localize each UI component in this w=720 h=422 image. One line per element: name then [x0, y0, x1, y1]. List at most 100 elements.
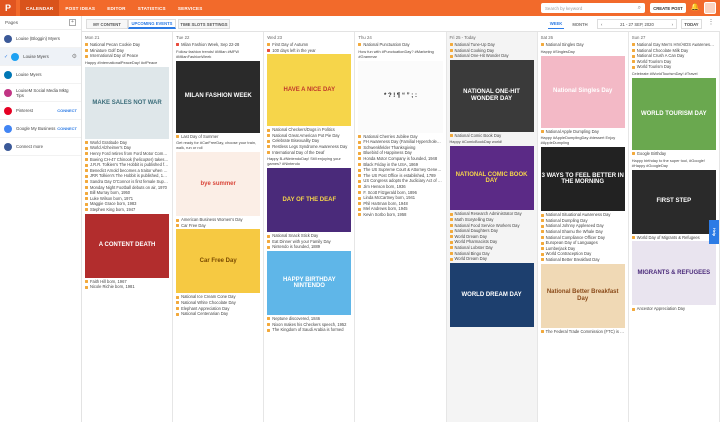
event-item[interactable]: The Kingdom of Saudi Arabia is formed [264, 327, 354, 333]
post-image[interactable]: WORLD TOURISM DAY [631, 77, 716, 150]
event-dot-icon [631, 235, 635, 239]
event-title: Math Storytelling Day [454, 216, 494, 222]
event-title: National Lobster Day [454, 244, 493, 250]
event-item[interactable]: National Centenarian Day [173, 311, 263, 317]
event-dot-icon [449, 229, 453, 233]
tab-upcoming-events[interactable]: UPCOMING EVENTS [128, 19, 176, 29]
post-image[interactable]: bye summer [176, 152, 261, 217]
post-caption[interactable]: Happy #SinglesDay [538, 48, 628, 55]
post-image[interactable]: A CONTENT DEATH [85, 213, 170, 278]
event-item[interactable]: Nicole Richie born, 1981 [82, 284, 172, 290]
tab-time-slots-settings[interactable]: TIME SLOTS SETTINGS [178, 19, 230, 29]
nav-statistics[interactable]: STATISTICS [132, 0, 172, 16]
post-image[interactable]: National Better Breakfast Day [540, 263, 625, 328]
notification-bell-icon[interactable]: 🔔 [690, 3, 700, 13]
app-logo[interactable]: P [0, 0, 16, 16]
search-input[interactable]: Search by keyword ⌕ [541, 3, 645, 13]
post-image[interactable]: MAKE SALES NOT WAR [85, 66, 170, 139]
event-dot-icon [631, 152, 635, 156]
event-item[interactable]: The Federal Trade Commission (FTC) is es… [538, 329, 628, 335]
sidebar-item[interactable]: Connect more [0, 138, 81, 156]
event-title: World Contraception Day [545, 251, 592, 257]
post-caption[interactable]: Happy B-#NintendoDay! Still enjoying you… [264, 155, 354, 167]
post-caption[interactable]: Happy birthday to the super tool, #Googl… [629, 157, 719, 169]
post-image[interactable]: National Singles Day [540, 55, 625, 128]
create-post-button[interactable]: CREATE POST [650, 3, 686, 13]
event-item[interactable]: Nintendo is founded, 1889 [264, 244, 354, 250]
prev-week-button[interactable]: ‹ [601, 22, 602, 27]
post-image[interactable]: FIRST STEP [631, 169, 716, 234]
post-caption[interactable]: Get ready for #CarFreeDay, choose your t… [173, 139, 263, 151]
event-item[interactable]: Car Free Day [173, 223, 263, 229]
event-title: National Cherries Jubilee Day [363, 133, 418, 139]
post-caption[interactable]: Celebrate #WorldTourismDay! #Travel [629, 70, 719, 77]
nav-calendar[interactable]: CALENDAR [20, 0, 60, 16]
post-image[interactable]: WORLD DREAM DAY [449, 262, 534, 327]
post-caption[interactable]: How fun with #PunctuationDay? #Marketing… [355, 48, 445, 60]
event-dot-icon [267, 43, 271, 47]
sidebar-item[interactable]: ✓ Louise Myers ⚙ [0, 48, 81, 66]
sidebar-item[interactable]: Louise Myers [0, 66, 81, 84]
nav-post-ideas[interactable]: POST IDEAS [59, 0, 101, 16]
tab-my-content[interactable]: MY CONTENT [86, 19, 128, 29]
event-dot-icon [358, 190, 362, 194]
post-image[interactable]: * ? ! ¶ “ ” ; : [358, 60, 443, 133]
post-image-text: DAY OF THE DEAF [282, 197, 337, 203]
event-dot-icon [267, 150, 271, 154]
check-icon: ✓ [4, 53, 9, 60]
event-title: National Situational Awareness Day [545, 212, 611, 218]
event-title: National Crush A Can Day [636, 53, 685, 59]
page-avatar-icon [4, 106, 12, 115]
event-item[interactable]: World Dream Day [447, 256, 537, 262]
post-caption[interactable]: Happy #InternationalPeaceDay! #cfPeace [82, 59, 172, 66]
event-title: National Daughters Day [454, 228, 498, 234]
next-week-button[interactable]: › [672, 22, 673, 27]
post-image[interactable]: HAPPY BIRTHDAY NINTENDO [267, 250, 352, 315]
nav-editor[interactable]: EDITOR [101, 0, 131, 16]
post-image[interactable]: MIGRANTS & REFUGEES [631, 241, 716, 306]
post-image[interactable]: 3 WAYS TO FEEL BETTER IN THE MORNING [540, 147, 625, 212]
sidebar-item[interactable]: Pinterest CONNECT [0, 102, 81, 120]
sidebar-item[interactable]: Google My Business CONNECT [0, 120, 81, 138]
today-button[interactable]: TODAY [681, 19, 702, 29]
event-item[interactable]: Ancestor Appreciation Day [629, 306, 719, 312]
post-image[interactable]: Car Free Day [176, 229, 261, 294]
event-item[interactable]: Stephen King born, 1947 [82, 207, 172, 213]
pages-sidebar: Pages + Louise (Bloggin) Myers ✓ Louise My… [0, 16, 82, 422]
event-item[interactable]: National One-Hit Wonder Day [447, 53, 537, 59]
avatar[interactable] [704, 2, 716, 14]
post-image[interactable]: HAVE A NICE DAY [267, 54, 352, 127]
post-caption[interactable]: Happy #ComicBookDay world! [447, 138, 537, 145]
event-dot-icon [358, 43, 362, 47]
event-item[interactable]: 100 days left in the year [264, 48, 354, 54]
event-item[interactable]: National Better Breakfast Day [538, 257, 628, 263]
event-title: The Kingdom of Saudi Arabia is formed [272, 327, 344, 333]
post-image[interactable]: NATIONAL COMIC BOOK DAY [449, 146, 534, 211]
more-options-icon[interactable]: ⋮ [706, 19, 716, 29]
post-caption[interactable]: Follow fashion trends! #Milan #MFW #Mila… [173, 48, 263, 60]
sidebar-item[interactable]: LouiseM Social Media Mktg Tips [0, 84, 81, 102]
event-dot-icon [267, 328, 271, 332]
event-item[interactable]: Kevin Sorbo born, 1958 [355, 212, 445, 218]
post-image[interactable]: DAY OF THE DEAF [267, 168, 352, 233]
connect-button[interactable]: CONNECT [57, 126, 77, 131]
help-tab[interactable]: Help [709, 220, 719, 244]
date-range-picker[interactable]: ‹ 21 - 27 SEP, 2020 › [597, 19, 677, 29]
calendar-toolbar: MY CONTENT UPCOMING EVENTS TIME SLOTS SE… [82, 16, 720, 32]
sidebar-item[interactable]: Louise (Bloggin) Myers [0, 30, 81, 48]
event-title: 100 days left in the year [272, 47, 316, 53]
event-title: Black Friday in the USA, 1869 [363, 161, 418, 167]
event-item[interactable]: World Day of Migrants & Refugees [629, 235, 719, 241]
post-image[interactable]: NATIONAL ONE-HIT WONDER DAY [449, 59, 534, 132]
post-caption[interactable]: Happy #AppleDumplingDay #dessert Enjoy #… [538, 134, 628, 146]
gear-icon[interactable]: ⚙ [72, 53, 77, 60]
view-month[interactable]: MONTH [570, 19, 590, 29]
event-title: World Day of Migrants & Refugees [636, 234, 700, 240]
event-dot-icon [85, 191, 88, 195]
connect-button[interactable]: CONNECT [57, 108, 77, 113]
post-image[interactable]: MILAN FASHION WEEK [176, 60, 261, 133]
view-week[interactable]: WEEK [548, 19, 564, 29]
event-dot-icon [176, 312, 180, 316]
add-page-button[interactable]: + [69, 19, 76, 26]
nav-services[interactable]: SERVICES [172, 0, 209, 16]
